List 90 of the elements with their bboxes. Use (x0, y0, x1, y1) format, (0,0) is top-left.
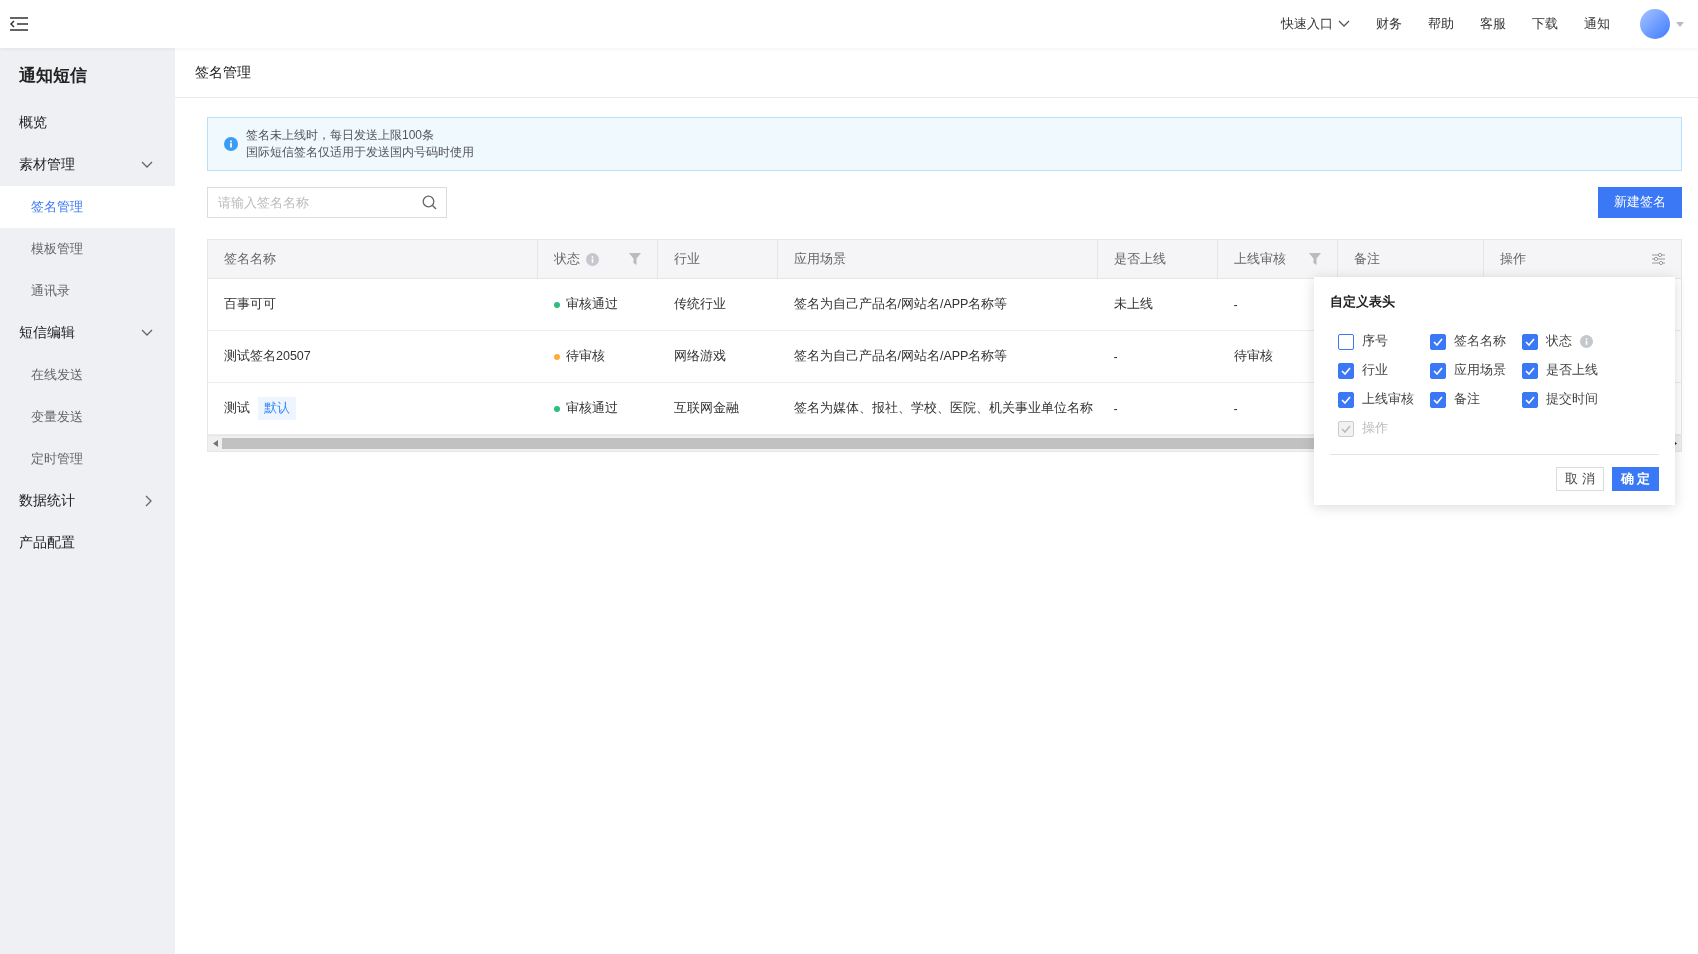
check-icon (1433, 366, 1443, 375)
checkbox[interactable] (1430, 391, 1446, 408)
check-icon (1433, 337, 1443, 346)
table-cell: - (1233, 297, 1238, 312)
column-header-label: 是否上线 (1114, 250, 1166, 268)
table-cell: 互联网金融 (673, 401, 739, 415)
checkbox-label: 行业 (1362, 362, 1388, 379)
table-cell: 未上线 (1113, 297, 1153, 311)
status-text: 审核通过 (565, 400, 618, 417)
table-cell: 签名为自己产品名/网站名/APP名称等 (793, 297, 1008, 311)
checkbox[interactable] (1430, 333, 1446, 350)
sidebar-subitem[interactable]: 定时管理 (0, 438, 175, 480)
check-icon (1341, 366, 1351, 375)
sidebar-title: 通知短信 (18, 65, 88, 87)
checkbox[interactable] (1522, 391, 1538, 408)
checkbox-label: 是否上线 (1546, 362, 1598, 379)
sidebar-subitem[interactable]: 模板管理 (0, 228, 175, 270)
alert-text: 签名未上线时，每日发送上限100条 (246, 127, 436, 144)
checkbox-label: 应用场景 (1454, 362, 1506, 379)
checkbox-label: 状态 (1546, 333, 1572, 350)
table-cell: 签名为自己产品名/网站名/APP名称等 (793, 349, 1008, 363)
checkbox[interactable] (1338, 362, 1354, 379)
column-header-label: 行业 (674, 250, 700, 268)
quick-entry-menu[interactable]: 快速入口 (1281, 15, 1350, 33)
table-cell: - (1233, 401, 1238, 416)
new-signature-button[interactable]: 新建签名 (1598, 187, 1682, 218)
signature-name: 测试 (224, 401, 250, 415)
table-cell: - (1113, 349, 1118, 364)
settings-icon[interactable] (1652, 253, 1665, 265)
column-header-label: 上线审核 (1234, 250, 1286, 268)
checkbox-label: 签名名称 (1454, 333, 1506, 350)
checkbox-label: 提交时间 (1546, 391, 1598, 408)
alert-text: 国际短信签名仅适用于发送国内号码时使用 (246, 144, 474, 161)
checkbox-label: 备注 (1454, 391, 1480, 408)
cancel-button[interactable]: 取 消 (1556, 467, 1604, 491)
table-cell: 传统行业 (673, 297, 726, 311)
info-icon (224, 137, 238, 151)
sidebar-item[interactable]: 产品配置 (0, 522, 175, 564)
table-cell: 网络游戏 (673, 349, 726, 363)
sidebar-item[interactable]: 素材管理 (0, 144, 175, 186)
nav-link[interactable]: 财务 (1376, 15, 1402, 33)
checkbox-label: 上线审核 (1362, 391, 1414, 408)
check-icon (1433, 395, 1443, 404)
nav-link[interactable]: 下载 (1532, 15, 1558, 33)
checkbox[interactable] (1430, 362, 1446, 379)
column-header-label: 状态 (554, 250, 580, 268)
sidebar-subitem[interactable]: 在线发送 (0, 354, 175, 396)
menu-fold-icon[interactable] (10, 17, 28, 31)
checkbox[interactable] (1338, 333, 1354, 350)
signature-name: 测试签名20507 (224, 349, 311, 363)
table-cell: 待审核 (1233, 349, 1273, 363)
nav-link[interactable]: 通知 (1584, 15, 1610, 33)
check-icon (1525, 395, 1535, 404)
sidebar-subitem[interactable]: 变量发送 (0, 396, 175, 438)
check-icon (1341, 395, 1351, 404)
search-field[interactable]: 请输入签名名称 (207, 187, 447, 218)
checkbox-label: 操作 (1362, 420, 1388, 437)
status-text: 审核通过 (565, 296, 618, 313)
signature-name: 百事可可 (224, 297, 276, 311)
checkbox[interactable] (1522, 362, 1538, 379)
column-header-label: 备注 (1354, 250, 1380, 268)
column-header-label: 操作 (1500, 250, 1526, 268)
confirm-button[interactable]: 确 定 (1611, 467, 1659, 491)
scroll-left-icon[interactable] (212, 440, 218, 447)
table-cell: - (1113, 401, 1118, 416)
info-icon (586, 252, 599, 266)
info-icon (1580, 335, 1593, 348)
check-icon (1341, 424, 1351, 433)
check-icon (1525, 337, 1535, 346)
sidebar-subitem[interactable]: 通讯录 (0, 270, 175, 312)
nav-link[interactable]: 帮助 (1428, 15, 1454, 33)
page-title: 签名管理 (175, 48, 1698, 98)
sidebar-item[interactable]: 数据统计 (0, 480, 175, 522)
check-icon (1525, 366, 1535, 375)
checkbox[interactable] (1338, 391, 1354, 408)
column-header-label: 应用场景 (794, 250, 846, 268)
checkbox-label: 序号 (1362, 333, 1388, 350)
popover-title: 自定义表头 (1330, 293, 1396, 311)
default-tag: 默认 (258, 397, 296, 420)
table-cell: 签名为媒体、报社、学校、医院、机关事业单位名称 (793, 401, 1093, 415)
sidebar-item[interactable]: 概览 (0, 102, 175, 144)
avatar[interactable] (1640, 9, 1670, 39)
nav-link[interactable]: 客服 (1480, 15, 1506, 33)
search-icon[interactable] (422, 195, 437, 210)
checkbox[interactable] (1522, 333, 1538, 350)
sidebar-item[interactable]: 短信编辑 (0, 312, 175, 354)
chevron-down-icon (1338, 20, 1350, 28)
sidebar-subitem[interactable]: 签名管理 (0, 186, 175, 228)
column-header-label: 签名名称 (224, 250, 276, 268)
status-text: 待审核 (565, 348, 605, 365)
